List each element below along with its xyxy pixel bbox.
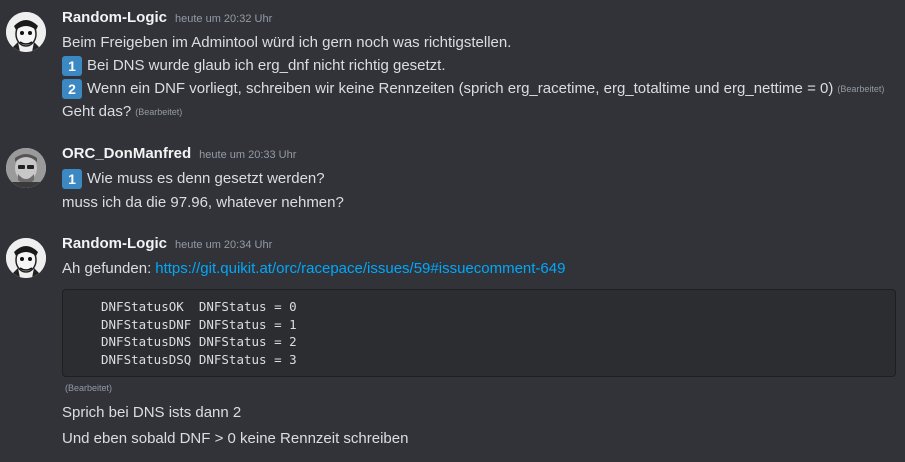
message-header: Random-Logic heute um 20:32 Uhr bbox=[62, 9, 272, 31]
message-text: Und eben sobald DNF > 0 keine Rennzeit s… bbox=[62, 430, 409, 447]
avatar[interactable] bbox=[6, 238, 46, 278]
message-text: Ah gefunden: bbox=[62, 260, 152, 277]
message-text: Geht das? bbox=[62, 103, 132, 120]
avatar[interactable] bbox=[6, 148, 46, 188]
user-avatar-icon bbox=[6, 12, 46, 52]
edited-label: (Bearbeitet) bbox=[65, 383, 113, 393]
message-text: Wie muss es denn gesetzt werden? bbox=[87, 170, 325, 187]
edited-label: (Bearbeitet) bbox=[837, 84, 885, 94]
keycap-one-icon: 1 bbox=[62, 56, 82, 76]
code-line: DNFStatusDSQ DNFStatus = 3 bbox=[101, 351, 297, 367]
message-line: muss ich da die 97.96, whatever nehmen? bbox=[62, 192, 344, 214]
avatar[interactable] bbox=[6, 12, 46, 52]
username[interactable]: Random-Logic bbox=[62, 9, 167, 26]
message-line: 1 Wie muss es denn gesetzt werden? bbox=[62, 168, 325, 190]
keycap-two-icon: 2 bbox=[62, 79, 82, 99]
message-line: (Bearbeitet) bbox=[62, 378, 112, 398]
code-line: DNFStatusOK DNFStatus = 0 bbox=[101, 299, 297, 314]
message-line: Beim Freigeben im Admintool würd ich ger… bbox=[62, 32, 511, 54]
message-line: Geht das? (Bearbeitet) bbox=[62, 101, 182, 123]
username[interactable]: ORC_DonManfred bbox=[62, 145, 191, 162]
message-header: ORC_DonManfred heute um 20:33 Uhr bbox=[62, 145, 296, 167]
message-line: Sprich bei DNS ists dann 2 bbox=[62, 402, 241, 424]
username[interactable]: Random-Logic bbox=[62, 235, 167, 252]
timestamp: heute um 20:33 Uhr bbox=[199, 149, 297, 161]
message-line: 1 Bei DNS wurde glaub ich erg_dnf nicht … bbox=[62, 55, 446, 77]
message-header: Random-Logic heute um 20:34 Uhr bbox=[62, 235, 272, 257]
code-line: DNFStatusDNF DNFStatus = 1 bbox=[101, 316, 297, 332]
message-text: Bei DNS wurde glaub ich erg_dnf nicht ri… bbox=[87, 57, 446, 74]
code-block[interactable]: DNFStatusOK DNFStatus = 0 DNFStatusDNF D… bbox=[62, 289, 896, 377]
issue-link[interactable]: https://git.quikit.at/orc/racepace/issue… bbox=[155, 258, 565, 280]
message-text: Wenn ein DNF vorliegt, schreiben wir kei… bbox=[87, 80, 834, 97]
message-text: Beim Freigeben im Admintool würd ich ger… bbox=[62, 34, 512, 51]
code-line: DNFStatusDNS DNFStatus = 2 bbox=[101, 334, 297, 349]
message-text: Sprich bei DNS ists dann 2 bbox=[62, 404, 242, 421]
message-text: muss ich da die 97.96, whatever nehmen? bbox=[62, 194, 344, 211]
user-avatar-icon bbox=[6, 238, 46, 278]
timestamp: heute um 20:32 Uhr bbox=[175, 13, 273, 25]
edited-label: (Bearbeitet) bbox=[135, 107, 183, 117]
user-avatar-icon bbox=[6, 148, 46, 188]
message-line: 2 Wenn ein DNF vorliegt, schreiben wir k… bbox=[62, 78, 884, 100]
keycap-one-icon: 1 bbox=[62, 169, 82, 189]
message-line: Und eben sobald DNF > 0 keine Rennzeit s… bbox=[62, 428, 408, 450]
message-line: Ah gefunden: https://git.quikit.at/orc/r… bbox=[62, 258, 565, 280]
timestamp: heute um 20:34 Uhr bbox=[175, 239, 273, 251]
